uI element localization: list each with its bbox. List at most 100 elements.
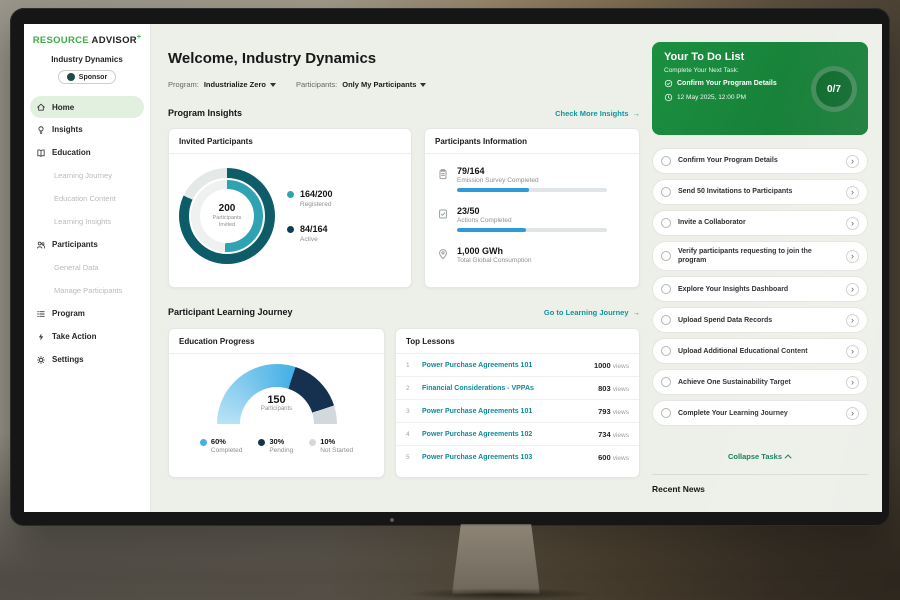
gear-icon xyxy=(36,355,46,365)
monitor-stand-shadow xyxy=(405,588,595,600)
program-filter-label: Program: xyxy=(168,80,199,89)
task-item-explore-insights[interactable]: Explore Your Insights Dashboard › xyxy=(652,276,868,302)
program-filter-value[interactable]: Industrialize Zero xyxy=(204,80,276,89)
task-item-upload-spend-data[interactable]: Upload Spend Data Records › xyxy=(652,307,868,333)
donut-center-value: 200 xyxy=(219,203,236,214)
clock-icon xyxy=(664,93,673,102)
task-checkbox[interactable] xyxy=(661,346,671,356)
sidebar-item-label: Participants xyxy=(52,240,98,249)
chevron-right-icon[interactable]: › xyxy=(846,283,859,296)
sidebar-item-label: Take Action xyxy=(52,332,96,341)
section-title-program-insights: Program Insights xyxy=(168,108,242,118)
legend-item-not-started: 10% Not Started xyxy=(309,437,353,454)
education-gauge-chart: 150 Participants 60% Completed 30% Pendi… xyxy=(169,354,384,454)
sidebar-item-insights[interactable]: Insights xyxy=(24,118,150,141)
todo-summary-card: Your To Do List Complete Your Next Task:… xyxy=(652,42,868,135)
sidebar-item-participants[interactable]: Participants xyxy=(24,233,150,256)
book-icon xyxy=(36,148,46,158)
task-checkbox[interactable] xyxy=(661,218,671,228)
sidebar-item-label: Learning Journey xyxy=(54,171,112,180)
sidebar-item-label: Education Content xyxy=(54,194,116,203)
lesson-link[interactable]: Power Purchase Agreements 103 xyxy=(422,454,590,461)
chevron-down-icon xyxy=(270,83,276,87)
collapse-tasks-link[interactable]: Collapse Tasks xyxy=(652,452,868,461)
participants-filter-value[interactable]: Only My Participants xyxy=(342,80,426,89)
chevron-right-icon[interactable]: › xyxy=(846,407,859,420)
todo-title: Your To Do List xyxy=(664,51,856,63)
task-checkbox[interactable] xyxy=(661,187,671,197)
sidebar-item-learning-insights[interactable]: Learning Insights xyxy=(24,210,150,233)
sidebar-item-manage-participants[interactable]: Manage Participants xyxy=(24,279,150,302)
legend-item-pending: 30% Pending xyxy=(258,437,293,454)
chevron-right-icon[interactable]: › xyxy=(846,155,859,168)
account-name: Industry Dynamics xyxy=(24,55,150,64)
chevron-right-icon[interactable]: › xyxy=(846,186,859,199)
sidebar-item-label: Settings xyxy=(52,355,84,364)
task-checkbox[interactable] xyxy=(661,377,671,387)
sidebar-item-learning-journey[interactable]: Learning Journey xyxy=(24,164,150,187)
check-circle-icon xyxy=(664,79,673,88)
task-item-achieve-target[interactable]: Achieve One Sustainability Target › xyxy=(652,369,868,395)
recent-news-header: Recent News xyxy=(652,474,868,494)
invited-donut-chart: 200 Participants Invited 164/200 Registe… xyxy=(169,154,411,278)
task-item-confirm-program[interactable]: Confirm Your Program Details › xyxy=(652,148,868,174)
bolt-icon xyxy=(36,332,46,342)
chevron-right-icon[interactable]: › xyxy=(846,314,859,327)
emission-survey-row: 79/164 Emission Survey Completed xyxy=(437,166,627,192)
lesson-link[interactable]: Power Purchase Agreements 102 xyxy=(422,431,590,438)
legend-dot xyxy=(287,191,294,198)
sidebar-item-home[interactable]: Home xyxy=(30,96,144,118)
chevron-right-icon[interactable]: › xyxy=(846,376,859,389)
legend-dot xyxy=(287,226,294,233)
sidebar-item-settings[interactable]: Settings xyxy=(24,348,150,371)
participants-filter[interactable]: Participants: Only My Participants xyxy=(296,80,426,89)
list-icon xyxy=(36,309,46,319)
lesson-link[interactable]: Power Purchase Agreements 101 xyxy=(422,362,586,369)
filters-bar: Program: Industrialize Zero Participants… xyxy=(168,80,426,89)
lesson-row: 3 Power Purchase Agreements 101 793 view… xyxy=(396,400,639,423)
go-to-learning-journey-link[interactable]: Go to Learning Journey → xyxy=(544,308,640,317)
chevron-right-icon[interactable]: › xyxy=(846,250,859,263)
task-item-verify-participants[interactable]: Verify participants requesting to join t… xyxy=(652,241,868,271)
lesson-row: 5 Power Purchase Agreements 103 600 view… xyxy=(396,446,639,468)
page-title: Welcome, Industry Dynamics xyxy=(168,50,376,67)
card-title: Education Progress xyxy=(169,329,384,354)
sidebar-item-education[interactable]: Education xyxy=(24,141,150,164)
task-checkbox[interactable] xyxy=(661,251,671,261)
card-title: Participants Information xyxy=(425,129,639,154)
program-filter[interactable]: Program: Industrialize Zero xyxy=(168,80,276,89)
task-checkbox[interactable] xyxy=(661,315,671,325)
participants-information-card: Participants Information 79/164 Emission… xyxy=(424,128,640,288)
actions-icon xyxy=(437,207,449,219)
resource-advisor-logo: RESOURCE ADVISOR+ xyxy=(24,34,150,46)
task-item-invite-collaborator[interactable]: Invite a Collaborator › xyxy=(652,210,868,236)
sidebar-item-program[interactable]: Program xyxy=(24,302,150,325)
actions-completed-progressbar xyxy=(457,228,607,232)
task-checkbox[interactable] xyxy=(661,284,671,294)
card-title: Top Lessons xyxy=(396,329,639,354)
sidebar-item-general-data[interactable]: General Data xyxy=(24,256,150,279)
monitor-bezel: RESOURCE ADVISOR+ Industry Dynamics Spon… xyxy=(10,8,890,526)
task-checkbox[interactable] xyxy=(661,408,671,418)
home-icon xyxy=(36,102,46,112)
check-more-insights-link[interactable]: Check More Insights → xyxy=(555,109,640,118)
sponsor-badge: Sponsor xyxy=(58,70,116,84)
survey-icon xyxy=(437,167,449,179)
monitor-stand xyxy=(452,524,540,594)
todo-task-list: Confirm Your Program Details › Send 50 I… xyxy=(652,148,868,426)
task-item-send-invitations[interactable]: Send 50 Invitations to Participants › xyxy=(652,179,868,205)
donut-center-label: Participants Invited xyxy=(206,215,248,229)
chevron-right-icon[interactable]: › xyxy=(846,217,859,230)
insights-icon xyxy=(36,125,46,135)
sidebar-item-take-action[interactable]: Take Action xyxy=(24,325,150,348)
task-checkbox[interactable] xyxy=(661,156,671,166)
lesson-link[interactable]: Financial Considerations - VPPAs xyxy=(422,385,590,392)
dashboard-screen: RESOURCE ADVISOR+ Industry Dynamics Spon… xyxy=(24,24,882,512)
monitor-logo-dot xyxy=(390,518,394,522)
sidebar-item-label: Home xyxy=(52,103,74,112)
task-item-complete-learning-journey[interactable]: Complete Your Learning Journey › xyxy=(652,400,868,426)
chevron-right-icon[interactable]: › xyxy=(846,345,859,358)
sidebar-item-education-content[interactable]: Education Content xyxy=(24,187,150,210)
lesson-link[interactable]: Power Purchase Agreements 101 xyxy=(422,408,590,415)
task-item-upload-educational-content[interactable]: Upload Additional Educational Content › xyxy=(652,338,868,364)
